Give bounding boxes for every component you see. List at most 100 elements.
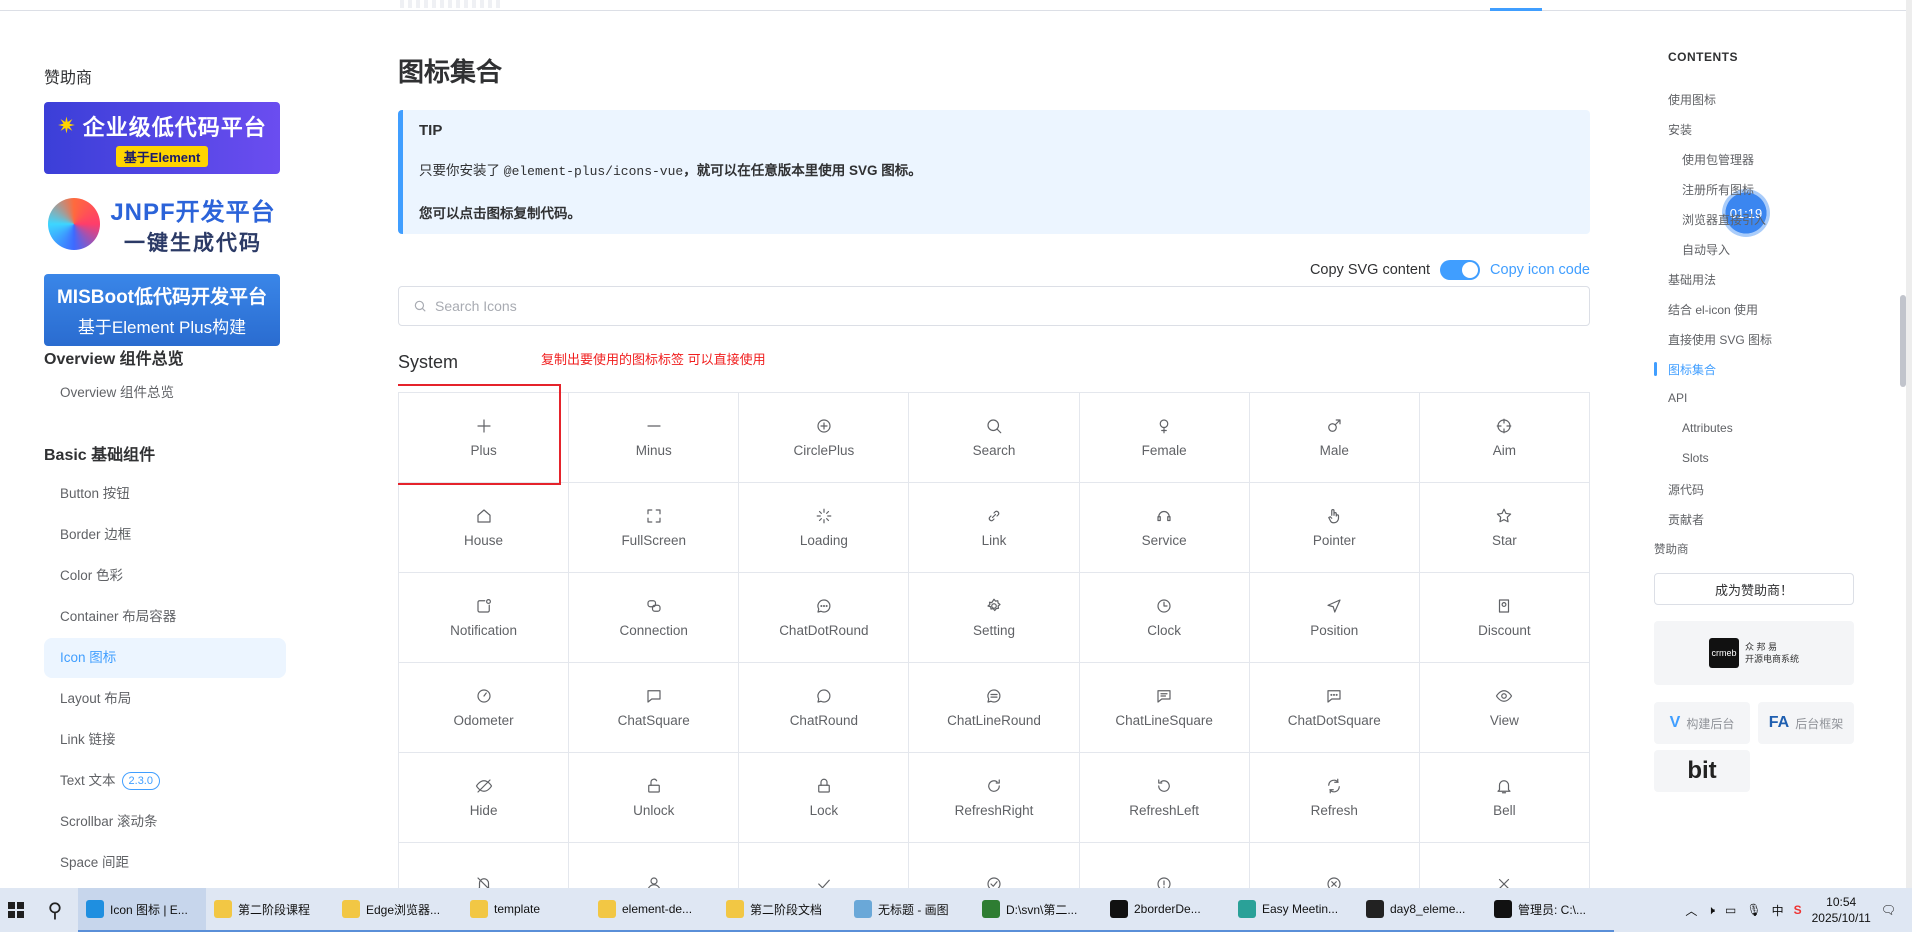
toc-item[interactable]: 图标集合 <box>1668 361 1716 378</box>
icon-cell[interactable]: Loading <box>739 483 910 573</box>
icon-cell[interactable]: CirclePlus <box>739 393 910 483</box>
sponsor-ad-jnpf[interactable]: JNPF开发平台 一键生成代码 <box>44 188 280 260</box>
sponsor-ad-lowcode[interactable]: ✷ 企业级低代码平台 基于Element <box>44 102 280 174</box>
icon-cell[interactable]: Unlock <box>569 753 740 843</box>
sidebar-item[interactable]: Icon 图标 <box>44 638 286 678</box>
sidebar-item[interactable]: Button 按钮 <box>44 474 286 514</box>
sidebar-item[interactable]: Border 边框 <box>44 515 286 555</box>
page-scrollbar-track[interactable] <box>1906 0 1912 888</box>
icon-cell[interactable]: View <box>1419 663 1590 753</box>
icon-cell[interactable] <box>399 843 570 888</box>
sponsor-card-crmeb[interactable]: crmeb 众 邦 易开源电商系统 <box>1654 621 1854 685</box>
toc-item[interactable]: Slots <box>1682 451 1709 465</box>
toc-item[interactable]: 安装 <box>1668 121 1692 138</box>
volume-icon[interactable]: 🕨 <box>1707 903 1715 918</box>
tray-chevron-up-icon[interactable]: ︿ <box>1685 902 1697 919</box>
sidebar-item[interactable]: Container 布局容器 <box>44 597 286 637</box>
icon-cell[interactable]: RefreshLeft <box>1079 753 1250 843</box>
icon-cell[interactable]: ChatLineRound <box>909 663 1080 753</box>
icon-cell[interactable] <box>569 843 740 888</box>
icon-cell[interactable]: Odometer <box>399 663 570 753</box>
icon-cell[interactable] <box>739 843 910 888</box>
toc-item[interactable]: 源代码 <box>1668 481 1704 498</box>
icon-cell[interactable]: Notification <box>399 573 570 663</box>
sidebar-item[interactable]: Space 间距 <box>44 843 286 883</box>
toc-item[interactable]: Attributes <box>1682 421 1733 435</box>
toc-item[interactable]: 直接使用 SVG 图标 <box>1668 331 1772 348</box>
icon-cell[interactable]: Minus <box>569 393 740 483</box>
toc-item[interactable]: 贡献者 <box>1668 511 1704 528</box>
icon-cell[interactable]: Pointer <box>1249 483 1420 573</box>
sogou-ime-icon[interactable]: S <box>1794 903 1802 917</box>
copy-mode-switch[interactable] <box>1440 260 1481 280</box>
taskbar-app[interactable]: 第二阶段文档 <box>718 888 846 932</box>
toc-item[interactable]: API <box>1668 391 1687 405</box>
microphone-icon[interactable]: 🎙 <box>1746 903 1761 917</box>
sponsor-ad-misboot[interactable]: MISBoot低代码开发平台 基于Element Plus构建 <box>44 274 280 346</box>
sidebar-item[interactable]: Layout 布局 <box>44 679 286 719</box>
icon-cell[interactable] <box>1420 843 1590 888</box>
taskbar-app[interactable]: 2borderDe... <box>1102 888 1230 932</box>
taskbar-app[interactable]: Easy Meetin... <box>1230 888 1358 932</box>
taskbar-app[interactable]: Icon 图标 | E... <box>78 888 206 932</box>
icon-cell[interactable]: Aim <box>1419 393 1590 483</box>
icon-cell[interactable]: Lock <box>739 753 910 843</box>
icon-cell[interactable]: Plus <box>399 393 570 483</box>
network-icon[interactable]: ▭ <box>1725 903 1736 917</box>
icon-cell[interactable]: ChatDotSquare <box>1249 663 1420 753</box>
taskbar-app[interactable]: 第二阶段课程 <box>206 888 334 932</box>
sponsor-card-fantastic[interactable]: FA 后台框架 <box>1758 702 1854 744</box>
taskbar-clock[interactable]: 10:54 2025/10/11 <box>1812 894 1871 926</box>
taskbar-app[interactable]: Edge浏览器... <box>334 888 462 932</box>
sidebar-item[interactable]: Color 色彩 <box>44 556 286 596</box>
taskbar-app[interactable]: element-de... <box>590 888 718 932</box>
toc-item[interactable]: 使用包管理器 <box>1682 151 1754 168</box>
copy-code-label[interactable]: Copy icon code <box>1490 262 1590 278</box>
toc-item[interactable]: 基础用法 <box>1668 271 1716 288</box>
sponsor-card-vben[interactable]: V 构建后台 <box>1654 702 1750 744</box>
icon-cell[interactable]: Connection <box>569 573 740 663</box>
taskbar-app[interactable]: D:\svn\第二... <box>974 888 1102 932</box>
icon-cell[interactable]: Position <box>1249 573 1420 663</box>
ime-indicator[interactable]: 中 <box>1772 902 1784 919</box>
sidebar-item[interactable]: Text 文本 2.3.0 <box>44 761 286 801</box>
toc-item[interactable]: 结合 el-icon 使用 <box>1668 301 1758 318</box>
sponsor-card-bit[interactable]: bit <box>1654 750 1750 792</box>
icon-cell[interactable]: Service <box>1079 483 1250 573</box>
icon-cell[interactable]: Clock <box>1079 573 1250 663</box>
icon-cell[interactable]: ChatSquare <box>569 663 740 753</box>
toc-item[interactable]: 自动导入 <box>1682 241 1730 258</box>
icon-cell[interactable]: Bell <box>1419 753 1590 843</box>
toc-item[interactable]: 使用图标 <box>1668 91 1716 108</box>
sidebar-item[interactable]: Scrollbar 滚动条 <box>44 802 286 842</box>
start-button[interactable] <box>0 888 32 932</box>
icon-cell[interactable]: Link <box>909 483 1080 573</box>
notification-center-icon[interactable]: 🗨 <box>1881 903 1896 917</box>
sidebar-item-overview[interactable]: Overview 组件总览 <box>44 373 286 413</box>
icon-cell[interactable]: ChatRound <box>739 663 910 753</box>
icon-cell[interactable]: Setting <box>909 573 1080 663</box>
icon-cell[interactable]: Female <box>1079 393 1250 483</box>
icon-cell[interactable]: House <box>399 483 570 573</box>
icon-cell[interactable]: ChatLineSquare <box>1079 663 1250 753</box>
sidebar-item[interactable]: Link 链接 <box>44 720 286 760</box>
taskbar-app[interactable]: template <box>462 888 590 932</box>
icon-cell[interactable]: FullScreen <box>569 483 740 573</box>
toc-item[interactable]: 浏览器直接引入 <box>1682 211 1766 228</box>
icon-cell[interactable]: ChatDotRound <box>739 573 910 663</box>
taskbar-app[interactable]: 无标题 - 画图 <box>846 888 974 932</box>
taskbar-search-icon[interactable]: ⚲ <box>32 888 78 932</box>
icon-cell[interactable]: Search <box>909 393 1080 483</box>
icon-cell[interactable]: Hide <box>399 753 570 843</box>
icon-search-input[interactable] <box>435 298 1535 314</box>
toc-item[interactable]: 注册所有图标 <box>1682 181 1754 198</box>
icon-cell[interactable]: Star <box>1419 483 1590 573</box>
icon-cell[interactable]: Refresh <box>1249 753 1420 843</box>
copy-svg-label[interactable]: Copy SVG content <box>1310 262 1430 278</box>
icon-cell[interactable] <box>1250 843 1420 888</box>
icon-cell[interactable]: RefreshRight <box>909 753 1080 843</box>
taskbar-app[interactable]: 管理员: C:\... <box>1486 888 1614 932</box>
icon-cell[interactable] <box>909 843 1080 888</box>
icon-cell[interactable]: Male <box>1249 393 1420 483</box>
icon-cell[interactable] <box>1080 843 1250 888</box>
